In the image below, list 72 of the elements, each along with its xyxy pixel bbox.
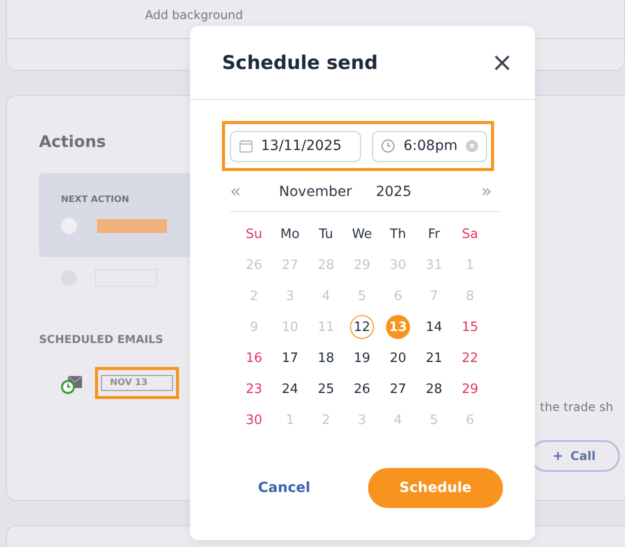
calendar-day[interactable]: 13 <box>386 315 410 339</box>
close-button[interactable]: × <box>491 50 513 76</box>
calendar-day[interactable]: 30 <box>386 253 410 277</box>
weekday-label: Su <box>244 226 264 244</box>
weekday-label: Tu <box>318 226 334 244</box>
calendar-day[interactable]: 4 <box>386 408 410 432</box>
calendar-day[interactable]: 5 <box>350 284 374 308</box>
calendar-day[interactable]: 7 <box>422 284 446 308</box>
section-heading: NEXT ACTION <box>61 195 130 205</box>
calendar-day[interactable]: 27 <box>386 377 410 401</box>
priority-tag <box>97 219 167 233</box>
calendar-day[interactable]: 3 <box>278 284 302 308</box>
calendar-day[interactable]: 5 <box>422 408 446 432</box>
calendar-day[interactable]: 1 <box>278 408 302 432</box>
calendar-day[interactable]: 2 <box>314 408 338 432</box>
calendar-day[interactable]: 22 <box>458 346 482 370</box>
cancel-button[interactable]: Cancel <box>242 474 326 502</box>
weekday-label: Sa <box>460 226 480 244</box>
calendar-day[interactable]: 10 <box>278 315 302 339</box>
add-background-label: Add background <box>145 8 244 22</box>
calendar-day[interactable]: 3 <box>350 408 374 432</box>
clear-icon[interactable] <box>466 140 478 152</box>
schedule-button[interactable]: Schedule <box>368 468 503 508</box>
calendar-icon <box>239 139 253 153</box>
calendar-day[interactable]: 6 <box>386 284 410 308</box>
calendar-day[interactable]: 11 <box>314 315 338 339</box>
status-circle[interactable] <box>61 218 77 234</box>
date-field[interactable]: 13/11/2025 <box>230 130 361 162</box>
calendar-day[interactable]: 29 <box>458 377 482 401</box>
section-title: Actions <box>39 132 106 151</box>
calendar-day[interactable]: 27 <box>278 253 302 277</box>
calendar-day[interactable]: 4 <box>314 284 338 308</box>
calendar-day[interactable]: 2 <box>242 284 266 308</box>
calendar-day[interactable]: 17 <box>278 346 302 370</box>
month-label[interactable]: November <box>279 184 352 200</box>
calendar-day[interactable]: 20 <box>386 346 410 370</box>
calendar-day[interactable]: 12 <box>350 315 374 339</box>
calendar-day[interactable]: 6 <box>458 408 482 432</box>
calendar-day[interactable]: 9 <box>242 315 266 339</box>
calendar-day[interactable]: 15 <box>458 315 482 339</box>
calendar-day[interactable]: 30 <box>242 408 266 432</box>
year-label[interactable]: 2025 <box>376 184 412 200</box>
note-text: the trade sh <box>540 400 614 414</box>
weekday-label: We <box>350 226 374 244</box>
calendar-day[interactable]: 18 <box>314 346 338 370</box>
calendar-day[interactable]: 31 <box>422 253 446 277</box>
weekday-label: Th <box>388 226 408 244</box>
calendar-day[interactable]: 28 <box>422 377 446 401</box>
calendar-day[interactable]: 26 <box>350 377 374 401</box>
calendar-day[interactable]: 28 <box>314 253 338 277</box>
clock-icon <box>381 139 395 153</box>
weekday-label: Fr <box>427 226 441 244</box>
calendar-day[interactable]: 25 <box>314 377 338 401</box>
section-heading: SCHEDULED EMAILS <box>39 333 164 346</box>
time-field[interactable]: 6:08pm <box>372 130 487 162</box>
calendar-day[interactable]: 21 <box>422 346 446 370</box>
calendar-day[interactable]: 26 <box>242 253 266 277</box>
next-year-button[interactable]: » <box>480 183 492 201</box>
calendar-day[interactable]: 19 <box>350 346 374 370</box>
date-tag: NOV 13 <box>101 375 173 391</box>
calendar-day[interactable]: 29 <box>350 253 374 277</box>
calendar-day[interactable]: 8 <box>458 284 482 308</box>
calendar-day[interactable]: 23 <box>242 377 266 401</box>
calendar-day[interactable]: 14 <box>422 315 446 339</box>
calendar-day[interactable]: 1 <box>458 253 482 277</box>
previous-year-button[interactable]: « <box>230 183 242 201</box>
dialog-title: Schedule send <box>222 52 378 74</box>
calendar-day[interactable]: 24 <box>278 377 302 401</box>
calendar-day[interactable]: 16 <box>242 346 266 370</box>
weekday-label: Mo <box>279 226 301 244</box>
scheduled-mail-icon <box>60 373 84 395</box>
plus-icon <box>554 452 562 460</box>
